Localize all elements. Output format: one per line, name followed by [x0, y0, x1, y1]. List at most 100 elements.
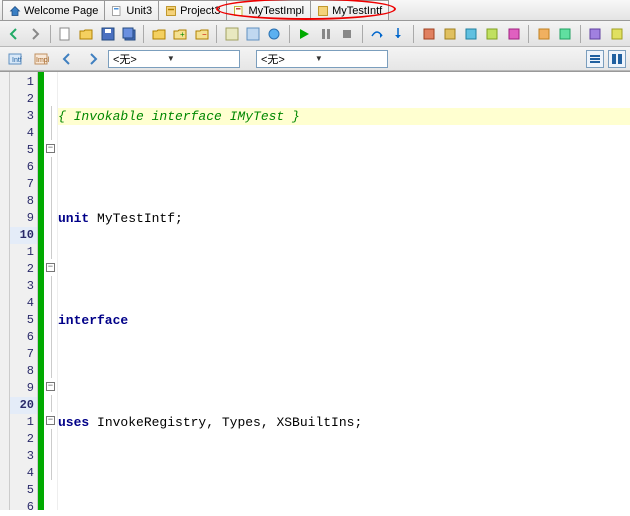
combo-value: <无>	[261, 51, 285, 67]
line-number: 3	[10, 108, 37, 125]
svg-text:−: −	[202, 30, 207, 39]
svg-text:Impl: Impl	[36, 57, 49, 64]
tool-button[interactable]	[483, 24, 502, 44]
editor-tabs: Welcome Page Unit3 Project3 MyTestImpl M…	[0, 0, 630, 21]
line-number: 6	[10, 159, 37, 176]
line-number: 2	[10, 261, 37, 278]
open-button[interactable]	[77, 24, 96, 44]
code-line	[58, 363, 630, 380]
nav-back-button[interactable]	[56, 49, 78, 69]
line-number: 9	[10, 210, 37, 227]
add-file-button[interactable]: +	[171, 24, 190, 44]
line-number: 4	[10, 465, 37, 482]
line-number: 3	[10, 448, 37, 465]
toolbar-separator	[289, 25, 290, 43]
line-number: 8	[10, 193, 37, 210]
fold-toggle[interactable]: −	[46, 263, 55, 272]
tool-button[interactable]	[586, 24, 605, 44]
step-into-button[interactable]	[389, 24, 408, 44]
fold-gutter[interactable]: − − − −	[44, 72, 58, 510]
line-number: 6	[10, 499, 37, 516]
line-number: 5	[10, 482, 37, 499]
project-icon	[165, 5, 177, 17]
nav-forward-button[interactable]	[82, 49, 104, 69]
line-number: 2	[10, 91, 37, 108]
toolbar-separator	[362, 25, 363, 43]
combo-value: <无>	[113, 51, 137, 67]
types-combo[interactable]: <无> ▼	[108, 50, 240, 68]
new-button[interactable]	[55, 24, 74, 44]
line-number: 1	[10, 244, 37, 261]
svg-text:Intf: Intf	[12, 57, 22, 64]
nav-intf-button[interactable]: Intf	[4, 49, 26, 69]
toolbar-separator	[50, 25, 51, 43]
step-over-button[interactable]	[368, 24, 387, 44]
remove-file-button[interactable]: −	[192, 24, 211, 44]
line-number: 1	[10, 74, 37, 91]
unit-icon	[111, 5, 123, 17]
code-area[interactable]: { Invokable interface IMyTest } unit MyT…	[58, 72, 630, 510]
line-number: 7	[10, 176, 37, 193]
toolbar-separator	[580, 25, 581, 43]
tool-button[interactable]	[419, 24, 438, 44]
pause-button[interactable]	[316, 24, 335, 44]
tab-label: Welcome Page	[24, 5, 98, 17]
code-line	[58, 159, 630, 176]
breakpoint-gutter[interactable]	[0, 72, 10, 510]
tool-button[interactable]	[555, 24, 574, 44]
code-line	[58, 465, 630, 482]
tab-label: MyTestImpl	[248, 5, 304, 17]
unit-icon	[233, 5, 245, 17]
navigation-bar: Intf Impl <无> ▼ <无> ▼	[0, 47, 630, 71]
nav-impl-button[interactable]: Impl	[30, 49, 52, 69]
tool-button[interactable]	[440, 24, 459, 44]
line-number: 9	[10, 380, 37, 397]
line-number: 5	[10, 142, 37, 159]
chevron-down-icon: ▼	[315, 54, 323, 63]
code-line: { Invokable interface IMyTest }	[58, 109, 300, 124]
main-toolbar: + −	[0, 21, 630, 47]
toolbar-separator	[216, 25, 217, 43]
line-number: 8	[10, 363, 37, 380]
tool-button[interactable]	[504, 24, 523, 44]
view-mode-2-button[interactable]	[608, 50, 626, 68]
forward-button[interactable]	[25, 24, 44, 44]
tab-project3[interactable]: Project3	[158, 0, 227, 20]
save-all-button[interactable]	[119, 24, 138, 44]
home-icon	[9, 5, 21, 17]
tool-button[interactable]	[534, 24, 553, 44]
back-button[interactable]	[4, 24, 23, 44]
open-project-button[interactable]	[149, 24, 168, 44]
chevron-down-icon: ▼	[167, 54, 175, 63]
tab-label: MyTestIntf	[332, 5, 382, 17]
project-icon	[317, 5, 329, 17]
tab-mytestimpl[interactable]: MyTestImpl	[226, 0, 311, 20]
line-number: 4	[10, 295, 37, 312]
tool-button[interactable]	[461, 24, 480, 44]
code-editor[interactable]: 1 2 3 4 5 6 7 8 9 10 1 2 3 4 5 6 7 8 9 2…	[0, 71, 630, 510]
save-button[interactable]	[98, 24, 117, 44]
svg-text:+: +	[180, 30, 185, 39]
view-unit-button[interactable]	[222, 24, 241, 44]
tab-welcome[interactable]: Welcome Page	[2, 0, 105, 20]
toolbar-separator	[528, 25, 529, 43]
fold-toggle[interactable]: −	[46, 144, 55, 153]
fold-toggle[interactable]: −	[46, 382, 55, 391]
line-number: 7	[10, 346, 37, 363]
view-mode-1-button[interactable]	[586, 50, 604, 68]
view-form-button[interactable]	[243, 24, 262, 44]
line-number: 4	[10, 125, 37, 142]
toolbar-separator	[143, 25, 144, 43]
fold-toggle[interactable]: −	[46, 416, 55, 425]
line-number: 6	[10, 329, 37, 346]
line-number: 1	[10, 414, 37, 431]
stop-button[interactable]	[337, 24, 356, 44]
line-number-gutter: 1 2 3 4 5 6 7 8 9 10 1 2 3 4 5 6 7 8 9 2…	[10, 72, 38, 510]
tool-button[interactable]	[607, 24, 626, 44]
tab-unit3[interactable]: Unit3	[104, 0, 159, 20]
line-number: 2	[10, 431, 37, 448]
tab-mytestintf[interactable]: MyTestIntf	[310, 0, 389, 20]
methods-combo[interactable]: <无> ▼	[256, 50, 388, 68]
run-button[interactable]	[295, 24, 314, 44]
toggle-form-button[interactable]	[265, 24, 284, 44]
